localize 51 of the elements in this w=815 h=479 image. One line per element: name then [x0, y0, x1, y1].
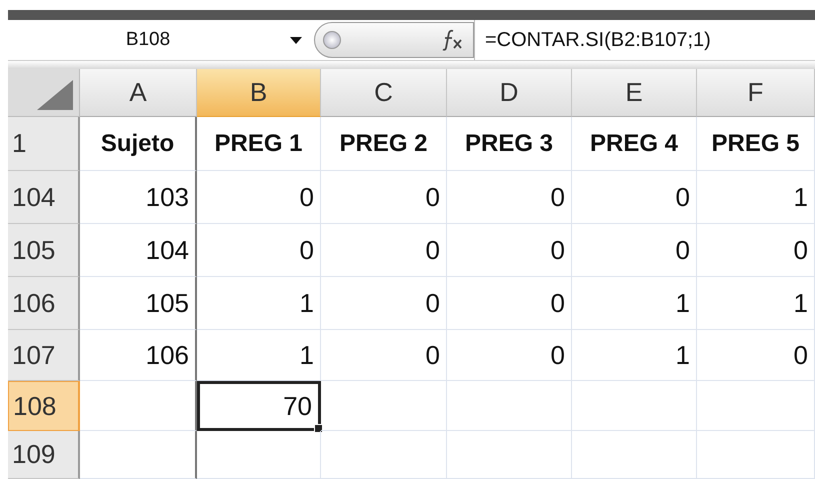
formula-field[interactable]: =CONTAR.SI(B2:B107;1): [474, 20, 815, 60]
triangle-icon: [37, 80, 73, 110]
table-cell[interactable]: 0: [321, 330, 447, 381]
column-header[interactable]: A: [80, 69, 197, 117]
table-cell[interactable]: 1: [197, 330, 321, 381]
table-cell[interactable]: PREG 4: [572, 117, 697, 171]
table-cell[interactable]: 105: [80, 277, 197, 330]
row-header[interactable]: 105: [8, 224, 80, 277]
active-cell[interactable]: 70: [197, 381, 321, 431]
row-header[interactable]: 1: [8, 117, 80, 171]
table-cell[interactable]: 0: [197, 224, 321, 277]
dropdown-arrow-icon[interactable]: [290, 36, 302, 44]
column-header[interactable]: D: [447, 69, 572, 117]
row-header[interactable]: 104: [8, 171, 80, 224]
table-cell[interactable]: 1: [572, 330, 697, 381]
row-header[interactable]: 108: [8, 381, 80, 431]
table-cell[interactable]: PREG 5: [697, 117, 815, 171]
column-header[interactable]: F: [697, 69, 815, 117]
column-header[interactable]: E: [572, 69, 697, 117]
table-cell[interactable]: 0: [697, 330, 815, 381]
table-cell[interactable]: 106: [80, 330, 197, 381]
fill-handle[interactable]: [314, 424, 323, 433]
table-cell[interactable]: PREG 1: [197, 117, 321, 171]
row-header[interactable]: 107: [8, 330, 80, 381]
table-cell[interactable]: PREG 2: [321, 117, 447, 171]
table-cell[interactable]: 0: [447, 277, 572, 330]
table-cell[interactable]: 1: [197, 277, 321, 330]
select-all-button[interactable]: [8, 69, 80, 117]
table-cell[interactable]: PREG 3: [447, 117, 572, 171]
table-cell[interactable]: 0: [572, 224, 697, 277]
table-cell[interactable]: 104: [80, 224, 197, 277]
table-cell[interactable]: 0: [697, 224, 815, 277]
table-cell[interactable]: 1: [697, 277, 815, 330]
name-box[interactable]: B108: [8, 21, 288, 59]
table-cell[interactable]: 0: [447, 330, 572, 381]
column-header[interactable]: C: [321, 69, 447, 117]
table-cell[interactable]: 0: [447, 224, 572, 277]
table-cell[interactable]: 0: [321, 171, 447, 224]
table-cell[interactable]: 0: [572, 171, 697, 224]
table-cell[interactable]: 1: [572, 277, 697, 330]
table-cell[interactable]: 0: [321, 224, 447, 277]
row-header[interactable]: 106: [8, 277, 80, 330]
table-cell[interactable]: 1: [697, 171, 815, 224]
row-header[interactable]: 109: [8, 431, 80, 479]
table-cell[interactable]: 103: [80, 171, 197, 224]
resize-handle[interactable]: [323, 31, 341, 49]
column-header[interactable]: B: [197, 69, 321, 117]
table-cell[interactable]: Sujeto: [80, 117, 197, 171]
table-cell[interactable]: 0: [321, 277, 447, 330]
table-cell[interactable]: 0: [447, 171, 572, 224]
table-cell[interactable]: 0: [197, 171, 321, 224]
